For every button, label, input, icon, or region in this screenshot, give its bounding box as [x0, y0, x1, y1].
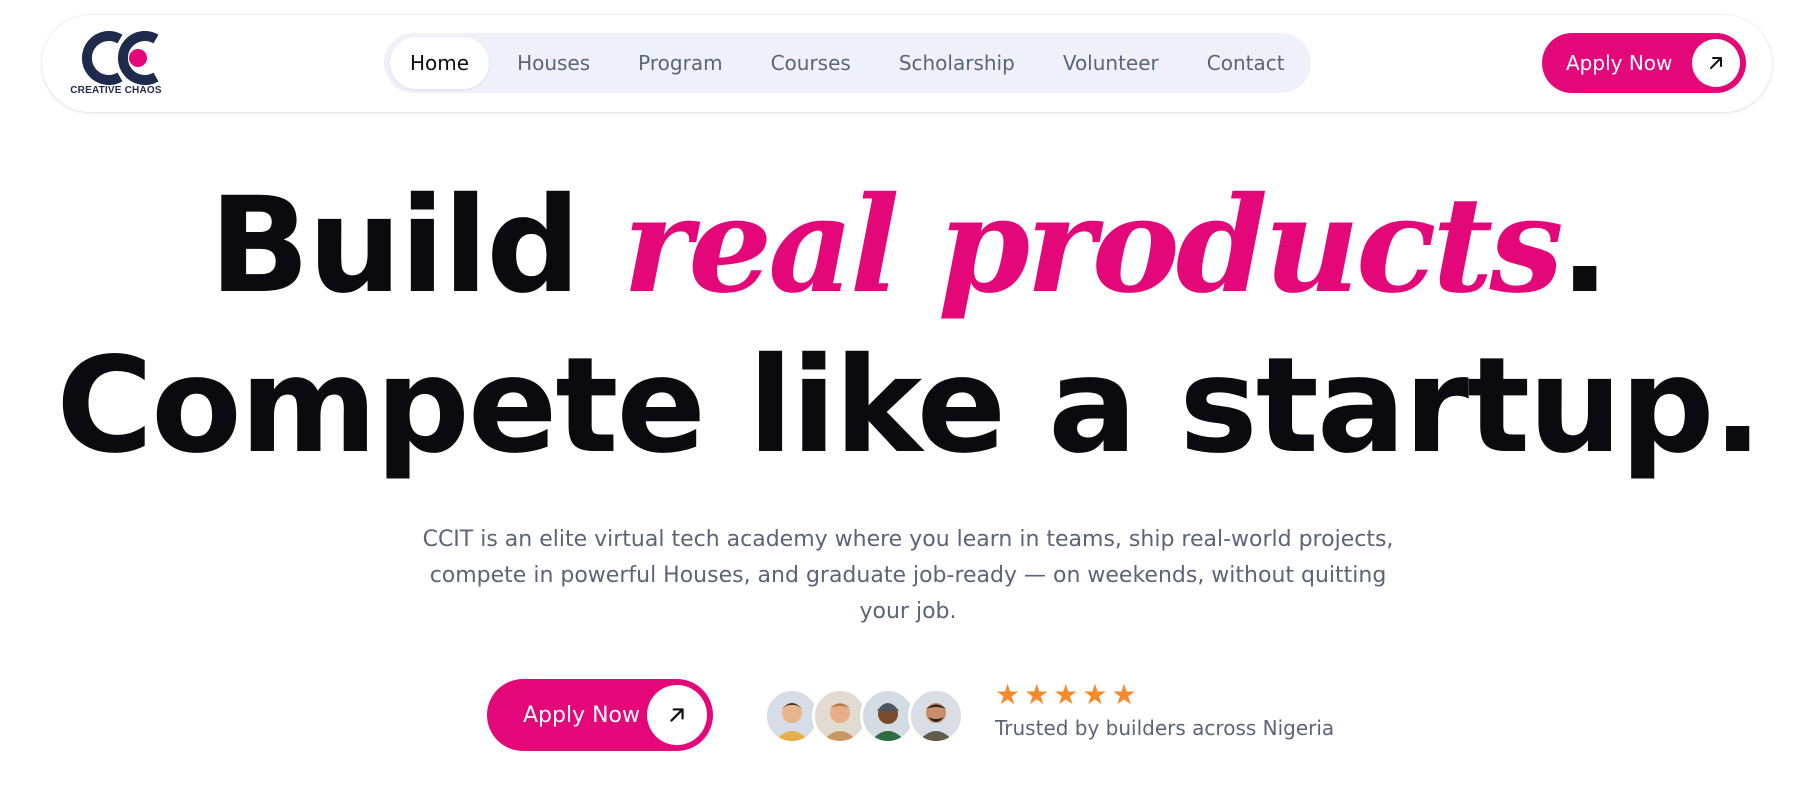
nav-item-program[interactable]: Program: [618, 37, 742, 89]
hero-apply-label: Apply Now: [523, 702, 641, 728]
logo-mark: [81, 31, 159, 85]
star-icon: ★: [1111, 678, 1137, 711]
hero-apply-button[interactable]: Apply Now: [487, 679, 713, 751]
headline-line-1: Build real products.: [0, 168, 1817, 324]
logo[interactable]: CREATIVE CHAOS: [66, 29, 176, 101]
hero-description: CCIT is an elite virtual tech academy wh…: [422, 527, 1394, 624]
avatar: [908, 688, 964, 744]
arrow-up-right-icon: [1692, 39, 1740, 87]
nav-item-contact[interactable]: Contact: [1187, 37, 1305, 89]
star-icon: ★: [1082, 678, 1108, 711]
logo-text: CREATIVE CHAOS: [70, 85, 162, 96]
main-nav: Home Houses Program Courses Scholarship …: [384, 33, 1311, 93]
star-icon: ★: [1024, 678, 1050, 711]
arrow-up-right-icon: [647, 685, 707, 745]
star-icon: ★: [995, 678, 1021, 711]
nav-item-scholarship[interactable]: Scholarship: [879, 37, 1035, 89]
headline-line-2: Compete like a startup.: [56, 329, 1762, 483]
star-icon: ★: [1053, 678, 1079, 711]
headline-accent: real products: [622, 168, 1564, 323]
rating-block: ★ ★ ★ ★ ★ Trusted by builders across Nig…: [995, 680, 1335, 741]
header-apply-button[interactable]: Apply Now: [1542, 33, 1746, 93]
nav-item-home[interactable]: Home: [390, 37, 490, 89]
trusted-text: Trusted by builders across Nigeria: [995, 716, 1335, 740]
headline-pre: Build: [209, 169, 623, 323]
nav-item-courses[interactable]: Courses: [751, 37, 871, 89]
header-apply-label: Apply Now: [1566, 51, 1673, 75]
avatar-group: [764, 688, 964, 744]
site-header: CREATIVE CHAOS Home Houses Program Cours…: [42, 15, 1772, 112]
star-rating: ★ ★ ★ ★ ★: [995, 680, 1334, 710]
nav-item-houses[interactable]: Houses: [497, 37, 610, 89]
headline-post: .: [1559, 169, 1610, 323]
nav-item-volunteer[interactable]: Volunteer: [1043, 37, 1179, 89]
